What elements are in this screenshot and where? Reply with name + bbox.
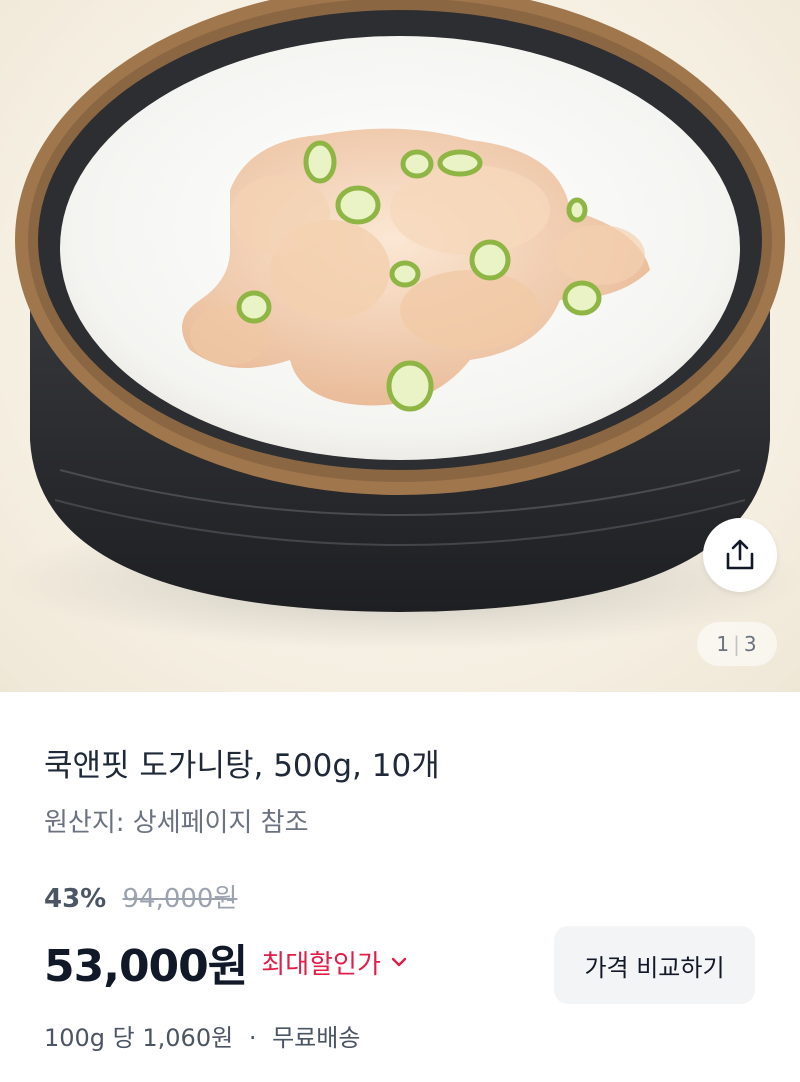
product-info: 쿡앤핏 도가니탕, 500g, 10개 원산지: 상세페이지 참조 43% 94… (0, 692, 800, 1082)
product-photo (5, 0, 800, 650)
max-discount-toggle[interactable]: 최대할인가 (261, 944, 407, 981)
max-discount-label: 최대할인가 (261, 949, 381, 980)
chevron-down-icon (391, 957, 407, 967)
pager-total: 3 (743, 632, 758, 656)
product-origin: 원산지: 상세페이지 참조 (44, 808, 309, 838)
unit-price-row: 100g 당 1,060원 · 무료배송 (44, 1018, 360, 1053)
unit-price: 100g 당 1,060원 (44, 1024, 234, 1052)
compare-price-button[interactable]: 가격 비교하기 (554, 926, 755, 1004)
product-title: 쿡앤핏 도가니탕, 500g, 10개 (44, 748, 440, 784)
image-pager: 1 | 3 (697, 622, 777, 666)
original-price: 94,000원 (122, 884, 238, 914)
product-image-gallery[interactable]: 1 | 3 (0, 0, 800, 692)
share-button[interactable] (703, 518, 777, 592)
price-row: 53,000원 최대할인가 (44, 932, 407, 992)
pager-separator: | (733, 632, 741, 656)
separator-dot: · (248, 1024, 257, 1052)
discount-rate: 43% (44, 884, 107, 914)
shipping-info: 무료배송 (272, 1024, 361, 1052)
pager-current: 1 (716, 632, 731, 656)
sale-price: 53,000원 (44, 941, 248, 992)
discount-row: 43% 94,000원 (44, 878, 237, 915)
share-icon (726, 539, 754, 570)
